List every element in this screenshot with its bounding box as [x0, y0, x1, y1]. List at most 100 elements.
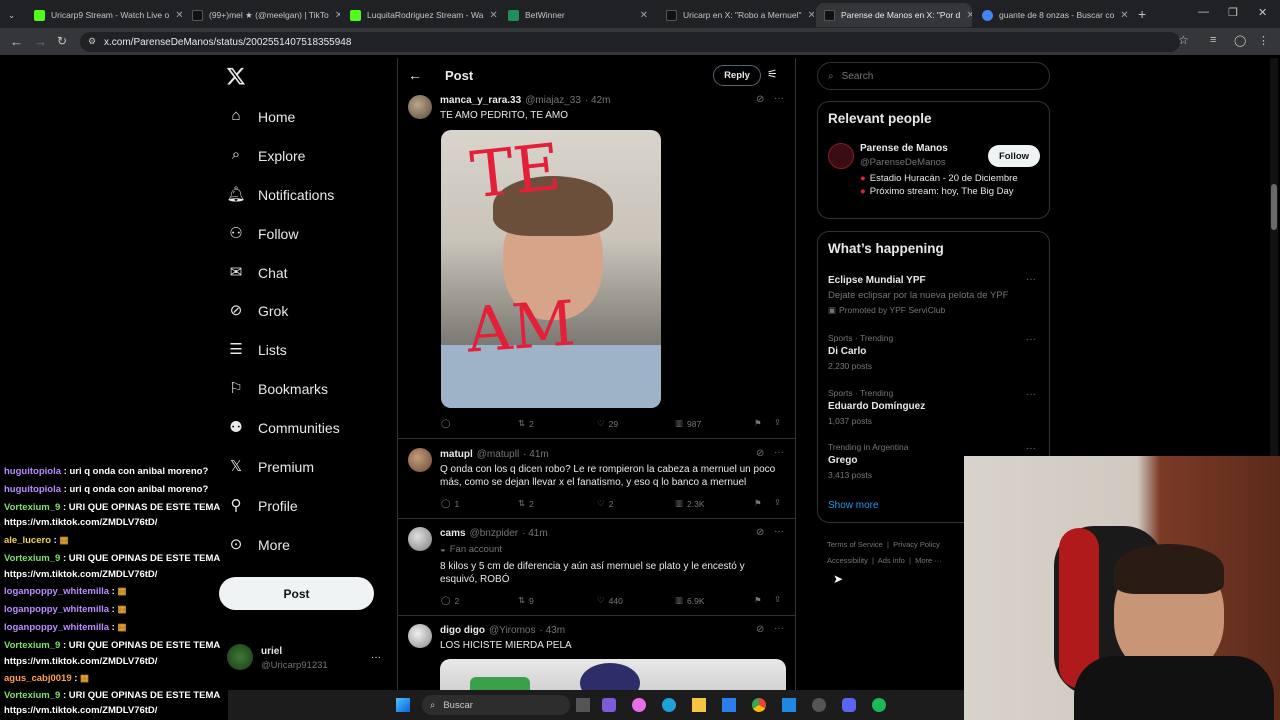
nav-item-explore[interactable]: ⌕ Explore [226, 146, 306, 166]
taskbar-search-input[interactable]: ⌕ Buscar [422, 695, 570, 715]
author-name[interactable]: cams [440, 528, 466, 539]
footer-link[interactable]: Privacy Policy [893, 540, 940, 549]
teams-icon[interactable] [602, 698, 616, 712]
browser-tab[interactable]: (99+)mel ★ (@meelgan) | TikTo ✕ [184, 3, 340, 27]
search-input[interactable]: ⌕ Search [817, 62, 1050, 90]
share-icon[interactable]: ⇪ [774, 594, 781, 605]
media-icon[interactable]: ≡ [1210, 34, 1216, 46]
show-more-link[interactable]: Show more [828, 500, 879, 511]
post-button[interactable]: Post [219, 577, 374, 610]
nav-item-premium[interactable]: 𝕏 Premium [226, 457, 314, 477]
tab-search-button[interactable]: ⌄ [4, 3, 24, 27]
store-icon[interactable] [722, 698, 736, 712]
avatar[interactable] [408, 448, 432, 472]
browser-tab[interactable]: LuquitaRodriguez Stream - Wa ✕ [342, 3, 498, 27]
new-tab-button[interactable]: + [1138, 6, 1146, 22]
bookmark-icon[interactable]: ⚑ [754, 418, 762, 429]
more-dots-icon[interactable]: ··· [774, 526, 784, 537]
site-info-icon[interactable]: ⚙ [88, 36, 96, 47]
close-icon[interactable]: ✕ [489, 10, 497, 21]
bookmark-icon[interactable]: ⚑ [754, 498, 762, 509]
back-arrow-icon[interactable]: ← [408, 67, 422, 83]
reply-button[interactable]: Reply [713, 65, 761, 86]
more-dots-icon[interactable]: ··· [1026, 334, 1036, 345]
edge-icon[interactable] [662, 698, 676, 712]
minimize-button[interactable]: — [1198, 6, 1209, 18]
menu-kebab-icon[interactable]: ⋮ [1258, 34, 1269, 47]
footer-link[interactable]: Terms of Service [827, 540, 883, 549]
avatar[interactable] [408, 527, 432, 551]
author-name[interactable]: digo digo [440, 625, 485, 636]
forward-arrow-icon[interactable]: → [34, 34, 47, 49]
grok-icon[interactable]: ⊘ [756, 448, 764, 459]
browser-tab-active[interactable]: Parense de Manos en X: "Por d ✕ [816, 3, 972, 27]
footer-link[interactable]: Ads info [878, 556, 905, 565]
author-name[interactable]: matupl [440, 449, 473, 460]
repost-action[interactable]: ⇅ 2 [518, 498, 534, 509]
task-view-icon[interactable] [576, 698, 590, 712]
avatar[interactable] [828, 143, 854, 169]
nav-item-communities[interactable]: ⚉ Communities [226, 418, 339, 438]
nav-item-lists[interactable]: ☰ Lists [226, 340, 287, 360]
close-icon[interactable]: ✕ [807, 10, 814, 21]
back-arrow-icon[interactable]: ← [10, 34, 23, 49]
person-name[interactable]: Parense de Manos [860, 143, 948, 154]
reload-icon[interactable]: ↻ [57, 34, 67, 48]
reply-action[interactable]: ◯ 2 [441, 595, 459, 606]
author-handle[interactable]: @miajaz_33 [525, 95, 581, 106]
bookmark-icon[interactable]: ⚑ [754, 595, 762, 606]
author-name[interactable]: manca_y_rara.33 [440, 95, 521, 106]
footer-link[interactable]: More ··· [915, 556, 942, 565]
more-dots-icon[interactable]: ··· [1026, 389, 1036, 400]
avatar[interactable] [408, 624, 432, 648]
scrollbar-thumb[interactable] [1271, 184, 1277, 230]
nav-item-bookmarks[interactable]: ⚐ Bookmarks [226, 379, 328, 399]
more-dots-icon[interactable]: ··· [1026, 274, 1036, 285]
sliders-icon[interactable]: ⚟ [767, 67, 778, 81]
trend-title[interactable]: Di Carlo [828, 346, 866, 357]
like-action[interactable]: ♡ 29 [597, 418, 618, 429]
obs-icon[interactable] [812, 698, 826, 712]
views-action[interactable]: ▥ 6.9K [675, 595, 705, 606]
close-icon[interactable]: ✕ [640, 10, 648, 21]
share-icon[interactable]: ⇪ [774, 497, 781, 508]
nav-item-profile[interactable]: ⚲ Profile [226, 496, 298, 516]
outlook-icon[interactable] [782, 698, 796, 712]
x-logo-icon[interactable] [226, 66, 246, 86]
close-window-button[interactable]: ✕ [1258, 6, 1267, 19]
chrome-icon[interactable] [752, 698, 766, 712]
close-icon[interactable]: ✕ [175, 10, 182, 21]
nav-item-more[interactable]: ⊙ More [226, 535, 290, 555]
footer-link[interactable]: Accessibility [827, 556, 868, 565]
spotify-icon[interactable] [872, 698, 886, 712]
more-dots-icon[interactable]: ··· [371, 652, 381, 663]
views-action[interactable]: ▥ 2.3K [675, 498, 705, 509]
follow-button[interactable]: Follow [988, 145, 1040, 167]
file-explorer-icon[interactable] [692, 698, 706, 712]
grok-icon[interactable]: ⊘ [756, 94, 764, 105]
browser-tab[interactable]: Uricarp9 Stream - Watch Live o ✕ [26, 3, 182, 27]
repost-action[interactable]: ⇅ 2 [518, 418, 534, 429]
nav-item-grok[interactable]: ⊘ Grok [226, 301, 289, 321]
reply-action[interactable]: ◯ [441, 418, 455, 429]
url-field[interactable]: ⚙ x.com/ParenseDeManos/status/2002551407… [80, 32, 1180, 52]
trend-title[interactable]: Eduardo Domínguez [828, 401, 925, 412]
repost-action[interactable]: ⇅ 9 [518, 595, 534, 606]
author-handle[interactable]: @bnzpider [470, 528, 519, 539]
nav-item-chat[interactable]: ✉ Chat [226, 263, 288, 283]
close-icon[interactable]: ✕ [335, 10, 340, 21]
nav-item-notifications[interactable]: 🔔︎ Notifications [226, 185, 334, 205]
more-dots-icon[interactable]: ··· [1026, 443, 1036, 454]
more-dots-icon[interactable]: ··· [774, 623, 784, 634]
views-action[interactable]: ▥ 987 [675, 418, 701, 429]
close-icon[interactable]: ✕ [966, 10, 972, 21]
more-dots-icon[interactable]: ··· [774, 447, 784, 458]
like-action[interactable]: ♡ 440 [597, 595, 623, 606]
maximize-button[interactable]: ❐ [1228, 6, 1238, 19]
avatar[interactable] [408, 95, 432, 119]
person-handle[interactable]: @ParenseDeManos [860, 157, 946, 168]
browser-tab[interactable]: guante de 8 onzas - Buscar co ✕ [974, 3, 1130, 27]
author-handle[interactable]: @Yiromos [489, 625, 535, 636]
windows-start-icon[interactable] [396, 698, 410, 712]
reply-action[interactable]: ◯ 1 [441, 498, 459, 509]
